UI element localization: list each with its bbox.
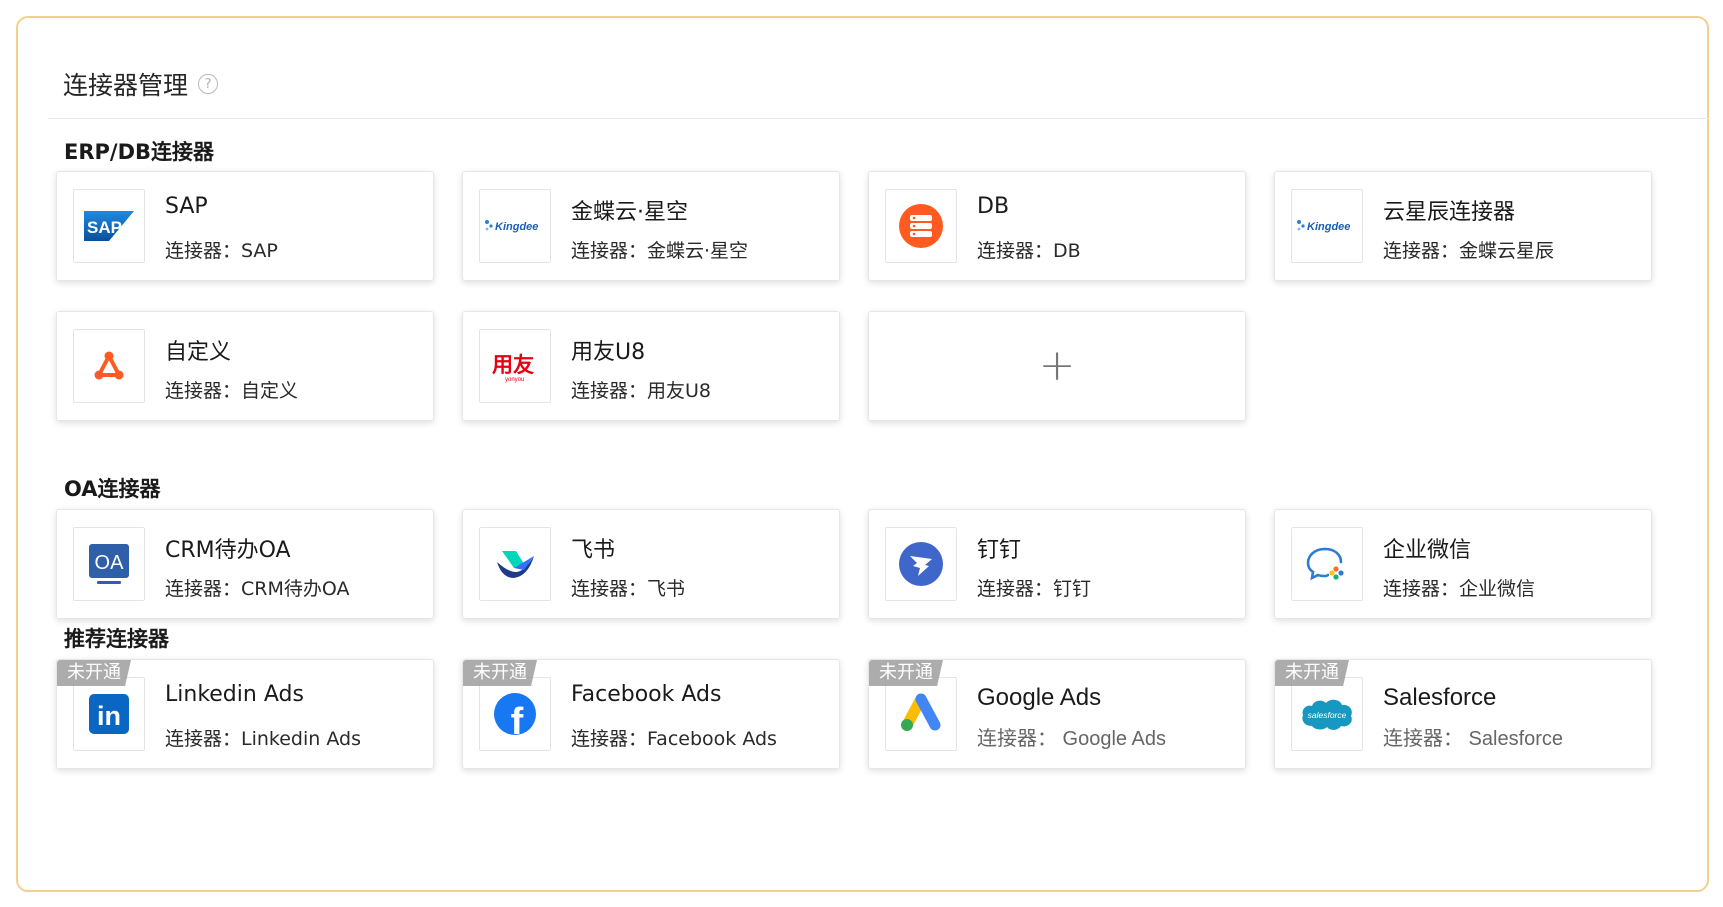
connector-type: 连接器： Salesforce	[1383, 728, 1564, 750]
sap-logo: SAP	[73, 189, 145, 263]
custom-connector-icon	[73, 329, 145, 403]
add-connector-button[interactable]: +	[868, 311, 1246, 421]
connector-card-dingtalk[interactable]: 钉钉 连接器：钉钉	[868, 509, 1246, 619]
connector-type: 连接器：用友U8	[571, 380, 711, 402]
connector-type: 连接器：飞书	[571, 578, 686, 600]
svg-text:Kingdee: Kingdee	[1307, 221, 1350, 233]
connector-name: 企业微信	[1383, 538, 1472, 563]
connector-type: 连接器：Linkedin Ads	[165, 728, 361, 750]
yonyou-logo: 用友 yonyou	[479, 329, 551, 403]
svg-text:f: f	[511, 701, 524, 736]
connector-name: 云星辰连接器	[1383, 200, 1516, 225]
connector-type: 连接器：钉钉	[977, 578, 1092, 600]
connector-card-sap[interactable]: SAP SAP 连接器：SAP	[56, 171, 434, 281]
connector-type: 连接器：Facebook Ads	[571, 728, 777, 750]
connector-type: 连接器：DB	[977, 240, 1081, 262]
connector-card-kingdee-xingchen[interactable]: Kingdee 云星辰连接器 连接器：金蝶云星辰	[1274, 171, 1652, 281]
svg-text:salesforce: salesforce	[1308, 710, 1347, 720]
connector-name: SAP	[165, 194, 208, 219]
connector-card-salesforce[interactable]: salesforce 未开通 Salesforce 连接器： Salesforc…	[1274, 659, 1652, 769]
connector-card-google-ads[interactable]: 未开通 Google Ads 连接器： Google Ads	[868, 659, 1246, 769]
page-header: 连接器管理 ?	[63, 66, 219, 102]
connector-card-db[interactable]: DB 连接器：DB	[868, 171, 1246, 281]
connector-type: 连接器：自定义	[165, 380, 299, 402]
connector-card-facebook-ads[interactable]: f 未开通 Facebook Ads 连接器：Facebook Ads	[462, 659, 840, 769]
kingdee-logo: Kingdee	[479, 189, 551, 263]
facebook-logo: f	[479, 677, 551, 751]
salesforce-logo: salesforce	[1291, 677, 1363, 751]
plus-icon: +	[1038, 340, 1076, 391]
svg-text:yonyou: yonyou	[505, 377, 524, 383]
not-activated-badge: 未开通	[1275, 660, 1349, 686]
connector-name: Google Ads	[977, 684, 1102, 711]
connector-type: 连接器：金蝶云星辰	[1383, 240, 1555, 262]
connector-type: 连接器：SAP	[165, 240, 278, 262]
connector-name: Facebook Ads	[571, 682, 722, 707]
database-icon	[885, 189, 957, 263]
linkedin-logo: in	[73, 677, 145, 751]
section-title-recommended: 推荐连接器	[64, 627, 169, 651]
connector-name: CRM待办OA	[165, 538, 291, 563]
connector-name: 自定义	[165, 340, 232, 365]
wecom-logo	[1291, 527, 1363, 601]
connector-card-feishu[interactable]: 飞书 连接器：飞书	[462, 509, 840, 619]
connector-card-custom[interactable]: 自定义 连接器：自定义	[56, 311, 434, 421]
connector-card-yonyou-u8[interactable]: 用友 yonyou 用友U8 连接器：用友U8	[462, 311, 840, 421]
connector-name: DB	[977, 194, 1010, 219]
connector-management-panel: 连接器管理 ? ERP/DB连接器 SAP SAP 连接器：SAP Kingde…	[16, 16, 1710, 892]
connector-card-linkedin-ads[interactable]: in 未开通 Linkedin Ads 连接器：Linkedin Ads	[56, 659, 434, 769]
google-ads-logo	[885, 677, 957, 751]
connector-name: 金蝶云·星空	[571, 200, 688, 225]
dingtalk-logo	[885, 527, 957, 601]
section-title-erp-db: ERP/DB连接器	[64, 140, 215, 164]
connector-name: 钉钉	[977, 538, 1022, 563]
connector-name: Salesforce	[1383, 684, 1497, 711]
not-activated-badge: 未开通	[57, 660, 131, 686]
not-activated-badge: 未开通	[463, 660, 537, 686]
kingdee-logo: Kingdee	[1291, 189, 1363, 263]
svg-text:OA: OA	[95, 552, 125, 574]
svg-text:in: in	[97, 701, 121, 731]
connector-card-crm-oa[interactable]: OA CRM待办OA 连接器：CRM待办OA	[56, 509, 434, 619]
connector-type: 连接器：企业微信	[1383, 578, 1536, 600]
page-title: 连接器管理	[63, 71, 189, 100]
header-divider	[48, 118, 1710, 119]
connector-name: Linkedin Ads	[165, 682, 304, 707]
svg-text:SAP: SAP	[87, 218, 122, 237]
section-title-oa: OA连接器	[64, 477, 161, 501]
connector-type: 连接器： Google Ads	[977, 728, 1166, 750]
connector-card-wecom[interactable]: 企业微信 连接器：企业微信	[1274, 509, 1652, 619]
svg-text:Kingdee: Kingdee	[495, 221, 538, 233]
svg-text:用友: 用友	[492, 353, 534, 377]
connector-card-kingdee-xingkong[interactable]: Kingdee 金蝶云·星空 连接器：金蝶云·星空	[462, 171, 840, 281]
help-icon[interactable]: ?	[198, 74, 219, 94]
not-activated-badge: 未开通	[869, 660, 943, 686]
feishu-logo	[479, 527, 551, 601]
oa-icon: OA	[73, 527, 145, 601]
connector-type: 连接器：CRM待办OA	[165, 578, 350, 600]
connector-name: 用友U8	[571, 340, 646, 365]
connector-type: 连接器：金蝶云·星空	[571, 240, 749, 262]
connector-name: 飞书	[571, 538, 616, 563]
